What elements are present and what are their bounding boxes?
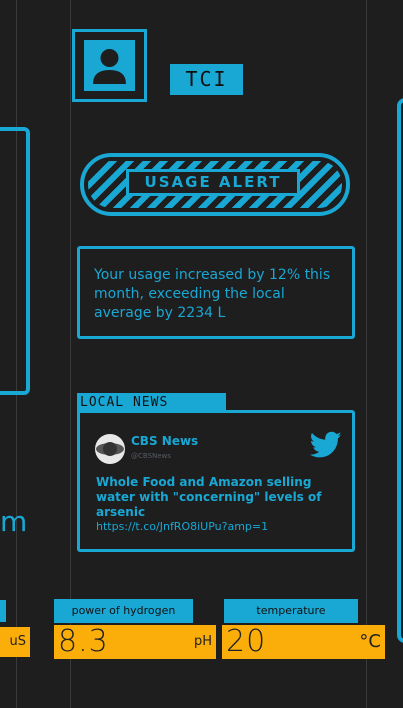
avatar[interactable] — [72, 29, 147, 102]
left-sensor-label: y — [0, 600, 6, 622]
tweet-handle[interactable]: @CBSNews — [131, 452, 171, 460]
left-sensor-unit: uS — [0, 627, 30, 657]
right-panel — [397, 98, 403, 643]
ph-sensor-unit: pH — [193, 634, 212, 649]
twitter-icon[interactable] — [309, 431, 342, 459]
usage-alert-banner[interactable]: USAGE ALERT — [80, 153, 350, 216]
ph-sensor-label: power of hydrogen — [54, 599, 193, 623]
left-panel-text: m — [0, 505, 28, 538]
user-icon — [84, 40, 135, 91]
temperature-sensor-value-box: 20 °C — [222, 625, 385, 659]
usage-alert-title: USAGE ALERT — [126, 169, 300, 196]
tweet-headline[interactable]: Whole Food and Amazon selling water with… — [96, 475, 346, 520]
temperature-sensor-unit: °C — [359, 631, 381, 652]
grid-line — [366, 0, 367, 708]
cbs-logo-icon — [95, 434, 125, 464]
tweet-link[interactable]: https://t.co/JnfRO8iUPu?amp=1 — [96, 520, 268, 533]
usage-message: Your usage increased by 12% this month, … — [77, 246, 355, 339]
temperature-sensor-label: temperature — [224, 599, 358, 623]
ph-sensor-value-box: 8.3 pH — [54, 625, 216, 659]
tweet-source-name[interactable]: CBS News — [131, 434, 198, 448]
left-panel — [0, 127, 30, 395]
temperature-sensor-value: 20 — [226, 624, 267, 659]
profile-name: TCI — [170, 64, 243, 95]
ph-sensor-value: 8.3 — [58, 624, 109, 659]
